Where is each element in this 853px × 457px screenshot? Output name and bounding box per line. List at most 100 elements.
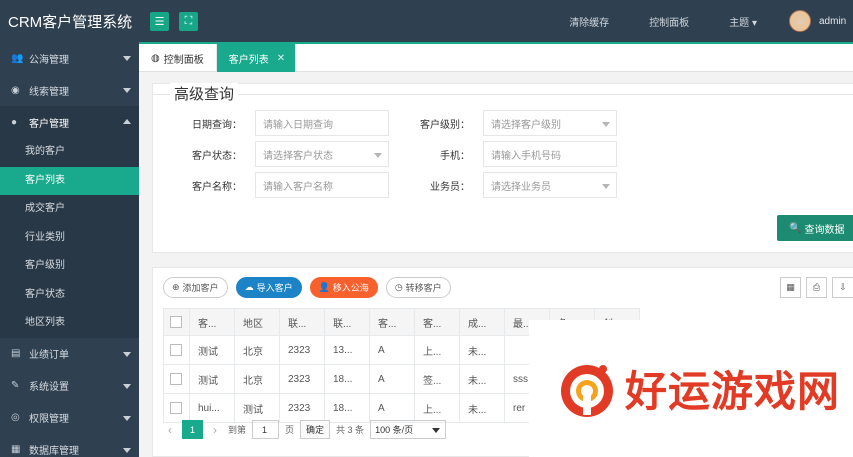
- sidebar-item-database[interactable]: ▦ 数据库管理: [0, 434, 139, 457]
- user-icon: ●: [11, 116, 18, 128]
- wrench-icon: ✎: [11, 380, 20, 391]
- column-header[interactable]: 地区: [234, 308, 280, 336]
- select-placeholder: 请选择业务员: [491, 181, 551, 193]
- sidebar-item-public-pool[interactable]: 👥 公海管理: [0, 42, 139, 74]
- sidebar-subitem-industry[interactable]: 行业类别: [0, 224, 139, 253]
- table-cell: 2323: [279, 335, 325, 365]
- select-all-cell[interactable]: [163, 308, 190, 336]
- date-input[interactable]: 请输入日期查询: [255, 110, 389, 136]
- chevron-down-icon: [123, 56, 131, 61]
- checkbox[interactable]: [170, 402, 182, 414]
- level-select[interactable]: 请选择客户级别: [483, 110, 617, 136]
- add-customer-button[interactable]: ⊕ 添加客户: [163, 277, 228, 298]
- table-toolbar: ⊕ 添加客户 ☁ 导入客户 👤 移入公海 ◷ 转移客户: [163, 277, 459, 298]
- table-cell: 2323: [279, 393, 325, 423]
- chevron-down-icon: [123, 383, 131, 389]
- customer-name-input[interactable]: 请输入客户名称: [255, 172, 389, 198]
- checkbox[interactable]: [170, 344, 182, 356]
- tab-dashboard[interactable]: ◍ 控制面板: [139, 44, 217, 72]
- sidebar-subitem-deals[interactable]: 成交客户: [0, 195, 139, 224]
- chevron-left-icon[interactable]: ‹: [163, 423, 177, 437]
- permission-icon: ◎: [11, 412, 20, 423]
- header-right: 清除缓存 控制面板 主题 ▾ ☺ admin: [569, 0, 853, 42]
- column-header[interactable]: 客...: [414, 308, 460, 336]
- chevron-down-icon: [123, 447, 131, 453]
- move-to-public-button[interactable]: 👤 移入公海: [309, 277, 378, 298]
- theme-menu[interactable]: 主题 ▾: [729, 14, 757, 29]
- sidebar-item-permissions[interactable]: ◎ 权限管理: [0, 402, 139, 434]
- transfer-customer-button[interactable]: ◷ 转移客户: [385, 277, 451, 298]
- page-number-current[interactable]: 1: [182, 420, 203, 439]
- avatar[interactable]: ☺: [789, 10, 811, 32]
- sidebar-subitem-status[interactable]: 客户状态: [0, 281, 139, 310]
- import-customer-button[interactable]: ☁ 导入客户: [235, 277, 302, 298]
- clear-cache-link[interactable]: 清除缓存: [569, 14, 609, 29]
- table-cell: 北京: [234, 335, 280, 365]
- globe-icon: ◍: [151, 52, 160, 64]
- sidebar-subitem-level[interactable]: 客户级别: [0, 252, 139, 281]
- table-cell: hui...: [189, 393, 235, 423]
- tab-label: 客户列表: [228, 54, 269, 66]
- print-button[interactable]: ⎙: [806, 277, 827, 298]
- chevron-right-icon[interactable]: ›: [208, 423, 222, 437]
- sidebar-submenu: 我的客户 客户列表 成交客户 行业类别 客户级别 客户状态 地区列表: [0, 138, 139, 338]
- fullscreen-button[interactable]: ⛶: [179, 11, 198, 31]
- field-date: 日期查询： 请输入日期查询: [165, 110, 389, 136]
- phone-input[interactable]: 请输入手机号码: [483, 141, 617, 167]
- field-label: 客户名称：: [192, 181, 242, 193]
- sidebar-subitem-regions[interactable]: 地区列表: [0, 309, 139, 338]
- button-label: 转移客户: [405, 283, 442, 293]
- page-size-select[interactable]: 100 条/页: [370, 420, 447, 439]
- column-header[interactable]: 客...: [189, 308, 235, 336]
- sidebar-item-label: 数据库管理: [29, 446, 79, 457]
- watermark-logo-icon: [561, 364, 613, 417]
- menu-toggle-button[interactable]: ☰: [150, 11, 169, 31]
- sidebar-item-settings[interactable]: ✎ 系统设置: [0, 370, 139, 402]
- watermark: 好运游戏网: [529, 320, 853, 457]
- table-cell: 测试: [189, 364, 235, 394]
- query-button[interactable]: 🔍 查询数据: [777, 215, 853, 241]
- username[interactable]: admin: [819, 16, 853, 27]
- row-select-cell[interactable]: [163, 335, 190, 365]
- sidebar-item-leads[interactable]: ◉ 线索管理: [0, 74, 139, 106]
- sidebar-subitem-customer-list[interactable]: 客户列表: [0, 166, 139, 195]
- column-header[interactable]: 联...: [324, 308, 370, 336]
- caret-down-icon: [602, 184, 610, 189]
- checkbox[interactable]: [170, 316, 182, 328]
- checkbox[interactable]: [170, 373, 182, 385]
- sidebar-item-orders[interactable]: ▤ 业绩订单: [0, 338, 139, 370]
- field-name: 客户名称： 请输入客户名称: [165, 172, 389, 198]
- goto-confirm-button[interactable]: 确定: [300, 420, 331, 439]
- table-cell: 未...: [459, 364, 505, 394]
- clock-icon: ◷: [394, 282, 403, 292]
- sidebar-item-label: 业绩订单: [29, 350, 69, 361]
- chevron-down-icon: [123, 88, 131, 93]
- export-icon: ⇩: [839, 282, 847, 292]
- goto-page-input[interactable]: 1: [252, 420, 280, 439]
- table-cell: 2323: [279, 364, 325, 394]
- column-header[interactable]: 客...: [369, 308, 415, 336]
- column-header[interactable]: 联...: [279, 308, 325, 336]
- row-select-cell[interactable]: [163, 364, 190, 394]
- table-cell: A: [369, 335, 415, 365]
- columns-button[interactable]: ▦: [780, 277, 801, 298]
- user-move-icon: 👤: [318, 282, 330, 292]
- watermark-text: 好运游戏网: [625, 367, 841, 416]
- goto-label: 到第: [228, 425, 247, 435]
- sidebar-item-customers[interactable]: ● 客户管理: [0, 106, 139, 138]
- dashboard-link[interactable]: 控制面板: [649, 14, 689, 29]
- close-icon[interactable]: ✕: [277, 53, 285, 64]
- chevron-up-icon: [123, 119, 131, 124]
- salesman-select[interactable]: 请选择业务员: [483, 172, 617, 198]
- sidebar-subitem-my-customers[interactable]: 我的客户: [0, 138, 139, 167]
- sidebar-item-label: 客户管理: [29, 118, 69, 130]
- status-select[interactable]: 请选择客户状态: [255, 141, 389, 167]
- row-select-cell[interactable]: [163, 393, 190, 423]
- caret-down-icon: [432, 428, 441, 433]
- column-header[interactable]: 成...: [459, 308, 505, 336]
- tab-customer-list[interactable]: 客户列表 ✕: [216, 44, 297, 72]
- order-icon: ▤: [11, 348, 21, 359]
- divider: [153, 94, 853, 95]
- field-salesman: 业务员： 请选择业务员: [393, 172, 617, 198]
- export-button[interactable]: ⇩: [832, 277, 853, 298]
